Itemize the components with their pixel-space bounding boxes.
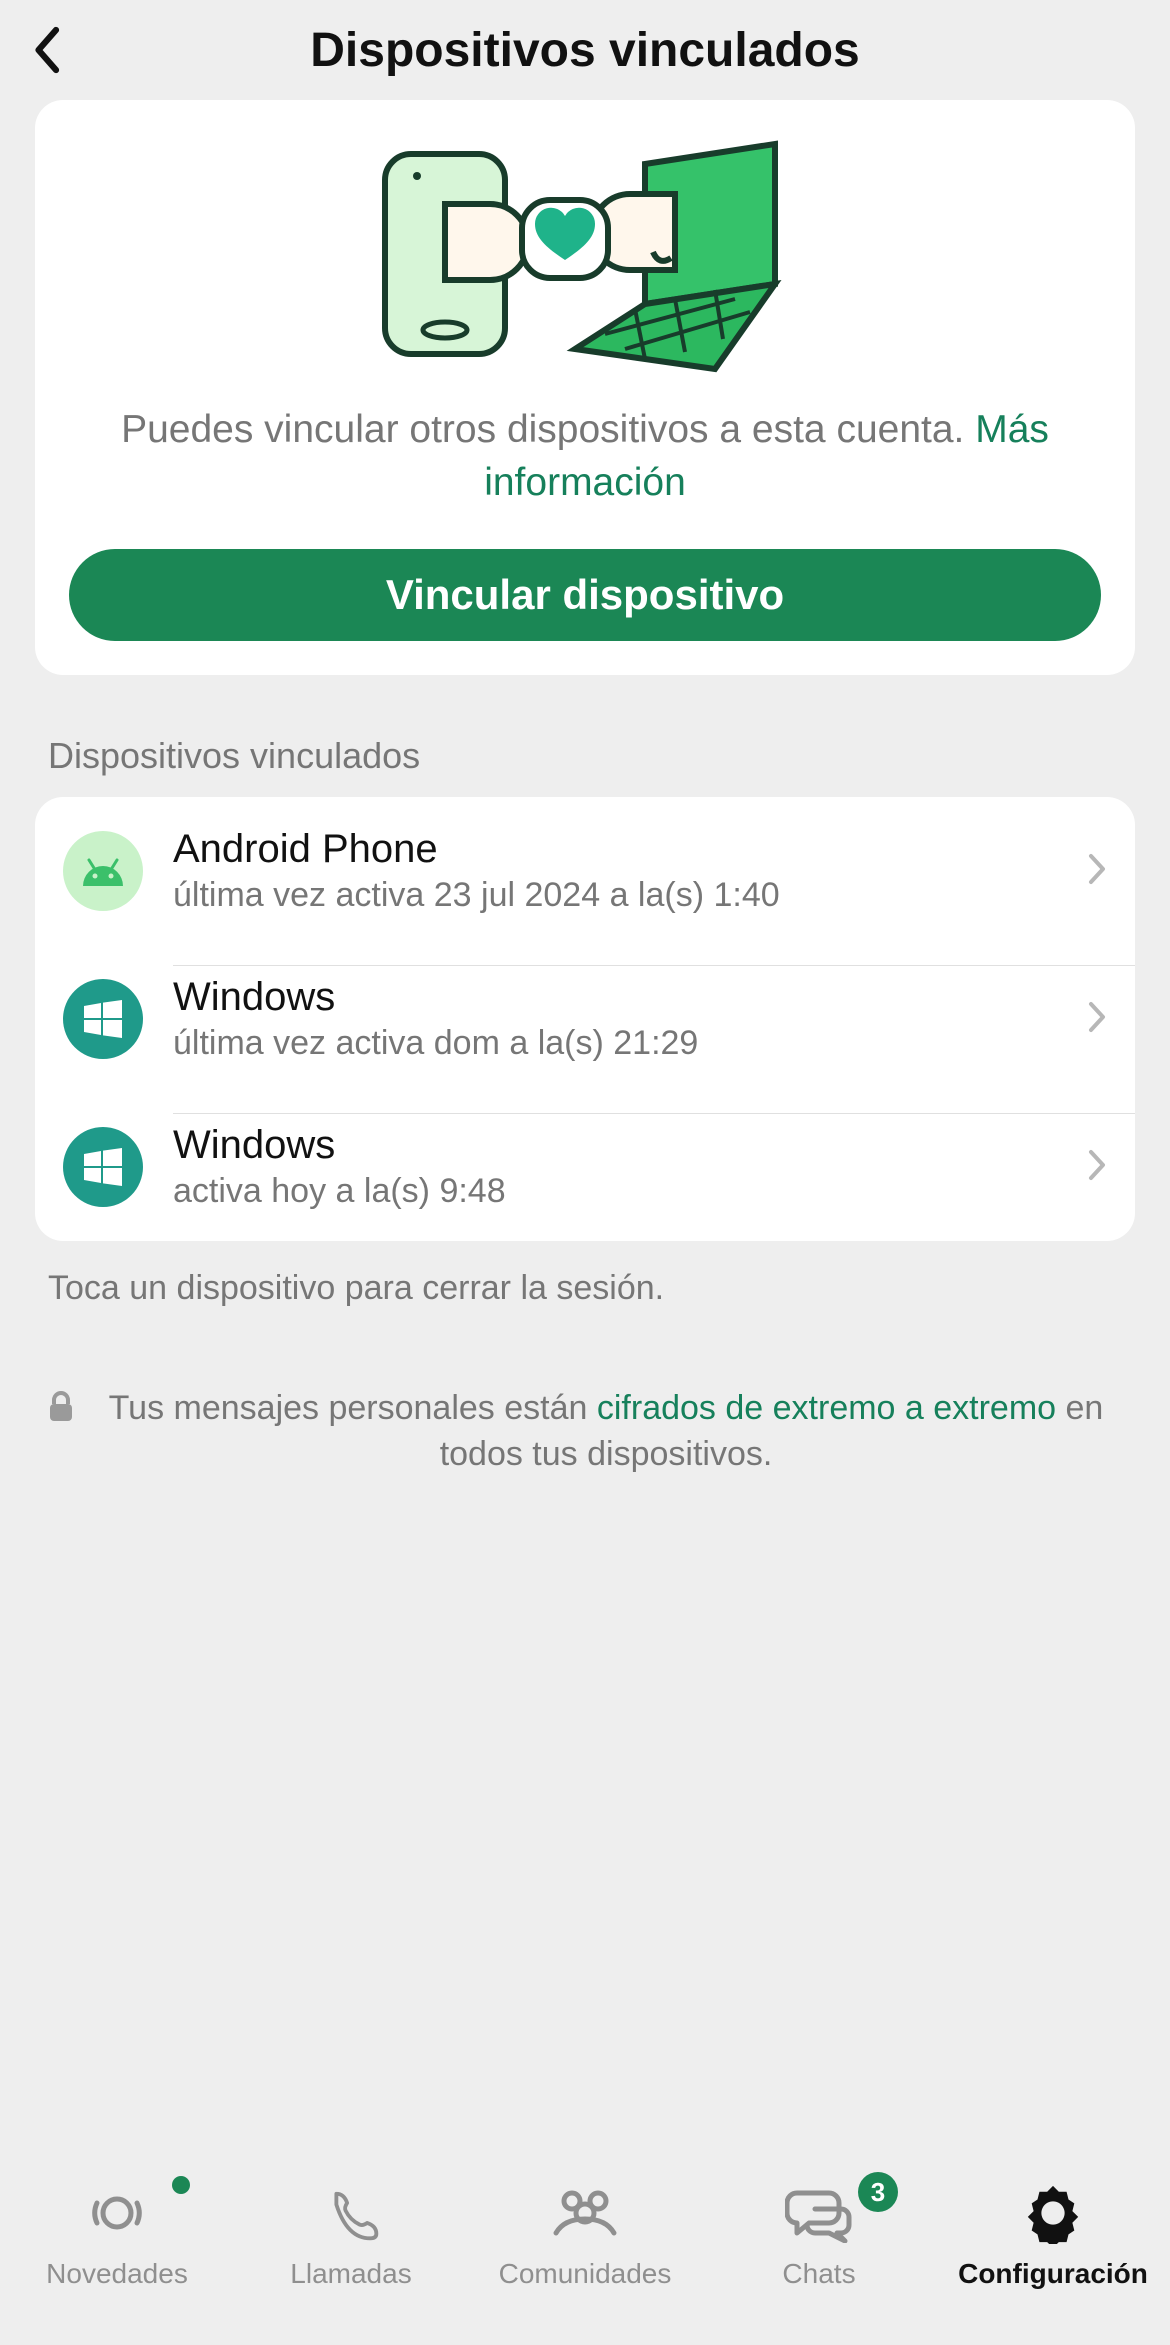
device-row-windows-1[interactable]: Windows última vez activa dom a la(s) 21… [35, 945, 1135, 1093]
windows-icon [63, 979, 143, 1059]
link-devices-card: Puedes vincular otros dispositivos a est… [35, 100, 1135, 675]
gear-icon [1018, 2178, 1088, 2248]
tab-comunidades[interactable]: Comunidades [468, 2178, 702, 2290]
tab-label: Configuración [958, 2258, 1148, 2290]
hero-text-prefix: Puedes vincular otros dispositivos a est… [121, 408, 975, 451]
back-button[interactable] [16, 20, 76, 80]
chevron-right-icon [1087, 1148, 1107, 1187]
chats-icon [784, 2178, 854, 2248]
device-row-windows-2[interactable]: Windows activa hoy a la(s) 9:48 [35, 1093, 1135, 1241]
devices-illustration [69, 134, 1101, 384]
tab-label: Chats [782, 2258, 855, 2290]
e2e-link[interactable]: cifrados de extremo a extremo [597, 1389, 1056, 1427]
hero-description: Puedes vincular otros dispositivos a est… [69, 404, 1101, 509]
device-status: última vez activa dom a la(s) 21:29 [173, 1024, 1075, 1063]
chevron-right-icon [1087, 852, 1107, 891]
updates-icon [82, 2178, 152, 2248]
tab-label: Comunidades [499, 2258, 672, 2290]
device-name: Android Phone [173, 827, 1075, 872]
device-name: Windows [173, 1123, 1075, 1168]
tab-llamadas[interactable]: Llamadas [234, 2178, 468, 2290]
device-row-content: Windows activa hoy a la(s) 9:48 [173, 1113, 1075, 1221]
tab-bar: Novedades Llamadas Comunidades 3 [0, 2160, 1170, 2345]
android-icon [63, 831, 143, 911]
tab-configuracion[interactable]: Configuración [936, 2178, 1170, 2290]
logout-hint: Toca un dispositivo para cerrar la sesió… [0, 1241, 1170, 1318]
device-row-content: Windows última vez activa dom a la(s) 21… [173, 965, 1075, 1073]
link-device-button[interactable]: Vincular dispositivo [69, 549, 1101, 641]
tab-novedades[interactable]: Novedades [0, 2178, 234, 2290]
tab-chats[interactable]: 3 Chats [702, 2178, 936, 2290]
tab-label: Llamadas [290, 2258, 411, 2290]
communities-icon [550, 2178, 620, 2248]
device-status: activa hoy a la(s) 9:48 [173, 1172, 1075, 1211]
chevron-left-icon [29, 25, 63, 75]
page-title: Dispositivos vinculados [0, 23, 1170, 78]
e2e-prefix: Tus mensajes personales están [109, 1389, 597, 1427]
phone-icon [316, 2178, 386, 2248]
notification-dot [172, 2176, 190, 2194]
lock-icon [48, 1390, 74, 1436]
device-name: Windows [173, 975, 1075, 1020]
linked-devices-section-header: Dispositivos vinculados [0, 675, 1170, 797]
windows-icon [63, 1127, 143, 1207]
e2e-notice: Tus mensajes personales están cifrados d… [0, 1318, 1170, 1478]
device-row-android[interactable]: Android Phone última vez activa 23 jul 2… [35, 797, 1135, 945]
chats-badge: 3 [858, 2172, 898, 2212]
linked-devices-list: Android Phone última vez activa 23 jul 2… [35, 797, 1135, 1241]
device-status: última vez activa 23 jul 2024 a la(s) 1:… [173, 876, 1075, 915]
tab-label: Novedades [46, 2258, 188, 2290]
header: Dispositivos vinculados [0, 0, 1170, 100]
device-row-content: Android Phone última vez activa 23 jul 2… [173, 817, 1075, 925]
chevron-right-icon [1087, 1000, 1107, 1039]
